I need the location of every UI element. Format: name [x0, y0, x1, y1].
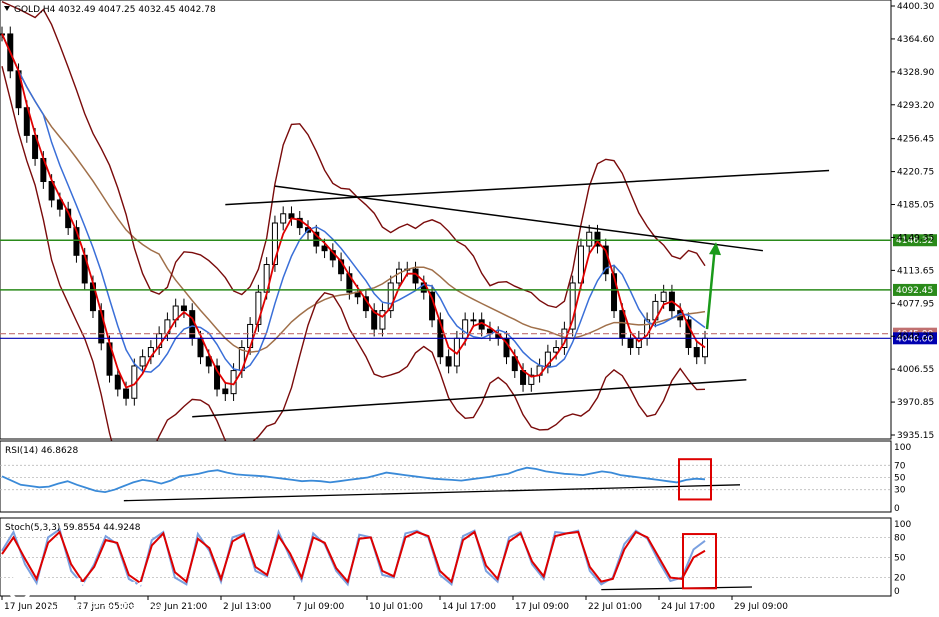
rsi-axis: 100 70 50 30 0	[894, 443, 911, 514]
candle-body	[180, 305, 187, 312]
candle-body	[123, 388, 130, 399]
time-axis-tick-label: 29 Jul 09:00	[734, 602, 788, 612]
price-axis-tick-label: 3935.15	[897, 431, 934, 441]
watermark-brand: instaforex	[38, 575, 164, 600]
stoch-axis-tick-label: 80	[894, 533, 906, 543]
price-axis-tick-label: 4220.75	[897, 168, 934, 178]
price-axis-tick-label: 4149.35	[897, 233, 934, 243]
stoch-axis-tick-label: 100	[894, 520, 911, 530]
chart-svg: 4146.324092.454045.004040.004400.304364.…	[0, 0, 937, 614]
time-axis-tick-label: 22 Jul 01:00	[588, 602, 642, 612]
time-axis-tick-label: 2 Jul 13:00	[223, 602, 272, 612]
time-axis-tick-label: 10 Jul 01:00	[369, 602, 423, 612]
candle-body	[702, 337, 708, 358]
rsi-axis-tick-label: 100	[894, 443, 911, 453]
candle-body	[586, 231, 593, 247]
stoch-axis-tick-label: 50	[894, 554, 906, 564]
price-axis-tick-label: 4077.95	[897, 299, 934, 309]
price-axis-tick-label: 4293.20	[897, 101, 934, 111]
candle-body	[462, 319, 469, 339]
price-panel-header: GOLD,H4 4032.49 4047.25 4032.45 4042.78	[14, 5, 216, 15]
watermark-tagline: Instant Forex Trading	[46, 601, 162, 614]
price-axis-tick-label: 3970.85	[897, 398, 934, 408]
candle-body	[379, 310, 386, 330]
price-panel: 4146.324092.454045.004040.004400.304364.…	[0, 0, 937, 487]
rsi-panel-header: RSI(14) 46.8628	[5, 446, 78, 456]
candle-body	[280, 213, 287, 224]
candle-body	[114, 374, 121, 390]
price-axis-tick-label: 4364.60	[897, 35, 934, 45]
rsi-axis-tick-label: 50	[894, 474, 906, 484]
price-axis-tick-label: 4400.30	[897, 2, 934, 12]
stoch-axis-tick-label: 20	[894, 574, 906, 584]
rsi-axis-tick-label: 30	[894, 486, 906, 496]
candle-body	[445, 356, 452, 367]
candle-body	[222, 388, 229, 395]
price-axis: 4146.324092.454045.004040.004400.304364.…	[891, 2, 937, 441]
candle-body	[693, 347, 700, 358]
stoch-axis: 100 80 50 20 0	[894, 520, 911, 597]
rsi-panel: 100 70 50 30 0	[0, 440, 911, 514]
candle-body	[660, 291, 667, 302]
price-axis-tick-label: 4185.05	[897, 201, 934, 211]
candle-body	[627, 337, 634, 349]
candle-body	[321, 245, 328, 252]
rsi-axis-tick-label: 70	[894, 461, 906, 471]
price-axis-tick-label: 4006.55	[897, 365, 934, 375]
candle-body	[395, 268, 402, 284]
price-axis-tick-label: 4113.65	[897, 266, 934, 276]
time-axis-tick-label: 24 Jul 17:00	[661, 602, 715, 612]
stoch-axis-tick-label: 0	[894, 587, 900, 597]
price-axis-tick-label: 4256.45	[897, 135, 934, 145]
rsi-panel-frame	[0, 440, 892, 513]
time-axis-tick-label: 14 Jul 17:00	[442, 602, 496, 612]
price-level-tag-label: 4092.45	[896, 286, 933, 296]
candle-body	[139, 356, 146, 367]
price-axis-tick-label: 4042.25	[897, 332, 934, 342]
time-axis-tick-label: 7 Jul 09:00	[296, 602, 345, 612]
time-axis-tick-label: 17 Jul 09:00	[515, 602, 569, 612]
candle-body	[470, 319, 477, 322]
price-axis-tick-label: 4328.90	[897, 68, 934, 78]
stoch-panel-header: Stoch(5,3,3) 59.8554 44.9248	[5, 523, 141, 533]
rsi-axis-tick-label: 0	[894, 504, 900, 514]
